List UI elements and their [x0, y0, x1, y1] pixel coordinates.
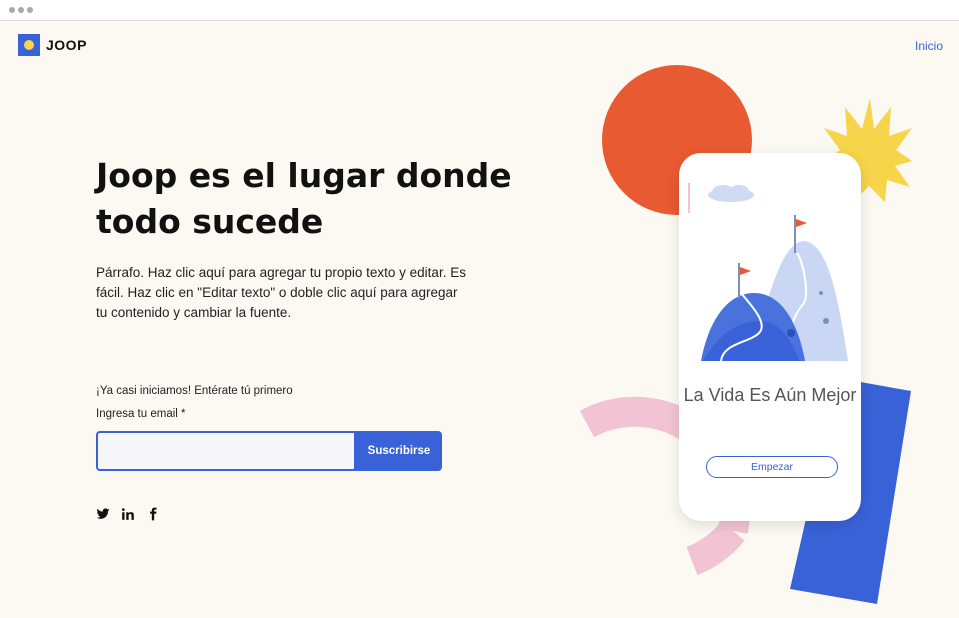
brand-name: JOOP: [46, 37, 87, 53]
brand-logo[interactable]: JOOP: [18, 34, 87, 56]
window-dot-icon: [27, 7, 33, 13]
window-dot-icon: [9, 7, 15, 13]
facebook-icon[interactable]: [146, 507, 160, 521]
email-field[interactable]: [96, 431, 356, 471]
signup-title: ¡Ya casi iniciamos! Entérate tú primero: [96, 385, 293, 397]
page: JOOP Inicio La Vida Es Aún Mejor Empezar…: [0, 21, 959, 618]
window-dot-icon: [18, 7, 24, 13]
browser-chrome: [0, 0, 959, 21]
hero-paragraph: Párrafo. Haz clic aquí para agregar tu p…: [96, 265, 466, 320]
email-label: Ingresa tu email *: [96, 408, 186, 420]
subscribe-button[interactable]: Suscribirse: [356, 431, 442, 471]
phone-mockup: La Vida Es Aún Mejor Empezar: [679, 153, 861, 521]
twitter-icon[interactable]: [96, 507, 110, 521]
start-button[interactable]: Empezar: [706, 456, 838, 478]
social-links: [96, 507, 160, 521]
pink-arc-lower-shape: [686, 521, 745, 575]
nav-link-inicio[interactable]: Inicio: [915, 39, 943, 53]
mountain-illustration: [688, 183, 848, 362]
page-title: Joop es el lugar donde todo sucede: [96, 156, 512, 241]
flag-icon: [740, 267, 751, 275]
logo-icon: [18, 34, 40, 56]
linkedin-icon[interactable]: [121, 507, 135, 521]
flag-icon: [796, 219, 807, 227]
phone-title: La Vida Es Aún Mejor: [683, 385, 857, 405]
